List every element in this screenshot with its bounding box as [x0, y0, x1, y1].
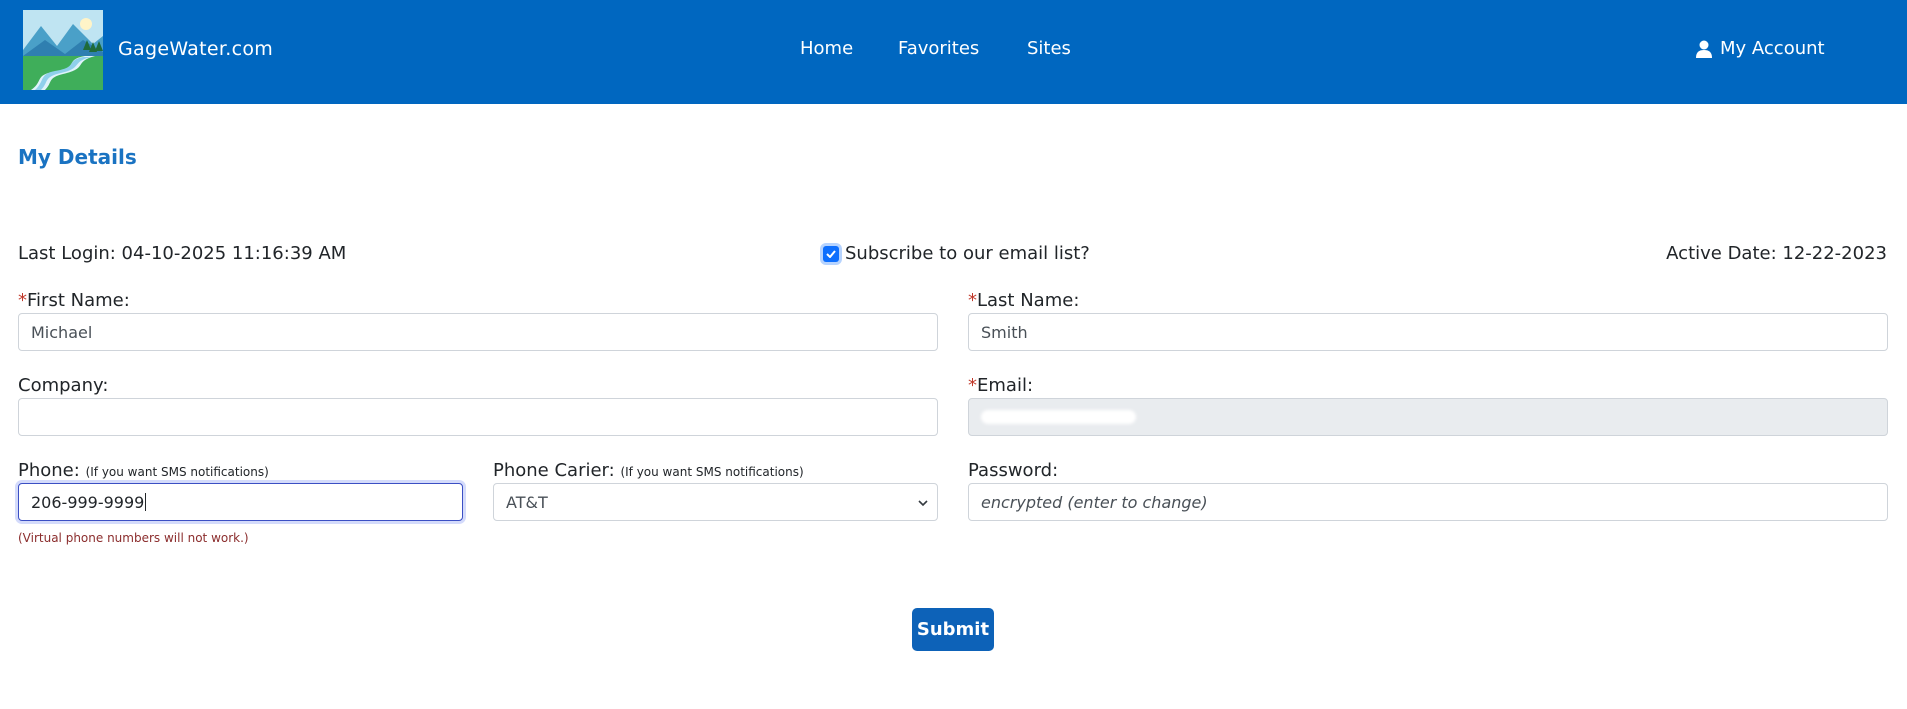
- first-name-input[interactable]: Michael: [18, 313, 938, 351]
- active-date-text: Active Date: 12-22-2023: [1666, 243, 1887, 264]
- subscribe-option: Subscribe to our email list?: [823, 243, 1090, 264]
- email-input[interactable]: [968, 398, 1888, 436]
- phone-hint: (If you want SMS notifications): [85, 465, 269, 479]
- last-name-label: *Last Name:: [968, 290, 1080, 311]
- first-name-label: *First Name:: [18, 290, 130, 311]
- carrier-label: Phone Carier: (If you want SMS notificat…: [493, 460, 804, 481]
- text-caret: [145, 493, 147, 511]
- nav-home[interactable]: Home: [800, 38, 853, 59]
- last-name-input[interactable]: Smith: [968, 313, 1888, 351]
- password-input[interactable]: encrypted (enter to change): [968, 483, 1888, 521]
- nav-favorites[interactable]: Favorites: [898, 38, 979, 59]
- carrier-select[interactable]: AT&T: [493, 483, 938, 521]
- subscribe-checkbox[interactable]: [823, 245, 839, 262]
- email-label: *Email:: [968, 375, 1034, 396]
- nav-sites[interactable]: Sites: [1027, 38, 1071, 59]
- phone-warning: (Virtual phone numbers will not work.): [18, 531, 249, 545]
- subscribe-label[interactable]: Subscribe to our email list?: [845, 243, 1090, 264]
- required-marker: *: [968, 290, 977, 311]
- logo-river-image[interactable]: [23, 10, 103, 90]
- brand-name[interactable]: GageWater.com: [118, 38, 273, 60]
- required-marker: *: [968, 375, 977, 396]
- last-login-text: Last Login: 04-10-2025 11:16:39 AM: [18, 243, 347, 264]
- redacted-email: [981, 410, 1136, 424]
- company-label: Company:: [18, 375, 109, 396]
- submit-button[interactable]: Submit: [912, 608, 994, 651]
- page-title: My Details: [18, 145, 137, 169]
- top-navbar: GageWater.com Home Favorites Sites My Ac…: [0, 0, 1907, 104]
- my-account-label: My Account: [1720, 38, 1825, 59]
- chevron-down-icon: [917, 495, 929, 514]
- phone-input[interactable]: 206-999-9999: [18, 483, 463, 521]
- checkmark-icon: [826, 249, 836, 258]
- my-account-link[interactable]: My Account: [1696, 38, 1825, 59]
- company-input[interactable]: [18, 398, 938, 436]
- phone-label: Phone: (If you want SMS notifications): [18, 460, 269, 481]
- password-label: Password:: [968, 460, 1059, 481]
- user-icon: [1696, 40, 1712, 58]
- required-marker: *: [18, 290, 27, 311]
- carrier-hint: (If you want SMS notifications): [620, 465, 804, 479]
